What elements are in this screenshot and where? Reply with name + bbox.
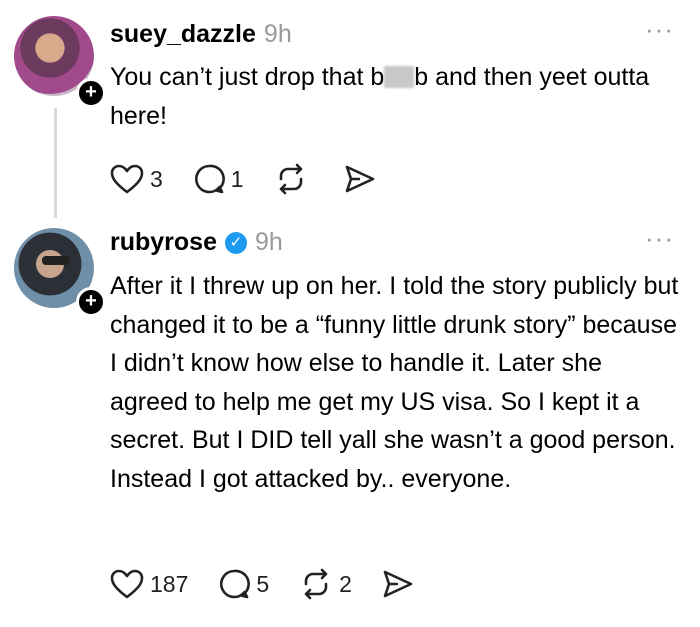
reply-count: 5 (256, 570, 270, 597)
repost-count: 2 (339, 570, 352, 597)
timestamp: 9h (263, 20, 292, 48)
heart-icon (110, 164, 144, 194)
repost-button[interactable] (274, 163, 314, 195)
more-options-icon[interactable]: ··· (645, 223, 674, 254)
reply-button[interactable]: 1 (193, 163, 244, 195)
action-bar: 3 1 (110, 163, 406, 195)
share-button[interactable] (382, 569, 414, 599)
repost-icon (279, 163, 302, 195)
reply-button[interactable]: 5 (218, 568, 269, 600)
username[interactable]: rubyrose (110, 228, 217, 257)
post-text: After it I threw up on her. I told the s… (110, 272, 679, 493)
like-count: 187 (150, 570, 189, 597)
timestamp: 9h (254, 228, 283, 256)
action-bar: 187 5 2 (110, 568, 444, 600)
verified-badge-icon: ✓ (224, 231, 247, 254)
post-suey-dazzle: + suey_dazzle 9h ··· You can’t just drop… (0, 0, 700, 218)
share-button[interactable] (344, 164, 376, 194)
post-header: suey_dazzle 9h (110, 20, 292, 49)
follow-plus-icon[interactable]: + (76, 78, 106, 108)
share-icon (345, 165, 374, 193)
comment-icon (194, 164, 225, 194)
comment-icon (220, 569, 251, 599)
post-rubyrose: + rubyrose ✓ 9h ··· After it I threw up … (0, 215, 700, 627)
like-button[interactable]: 3 (110, 164, 163, 194)
more-options-icon[interactable]: ··· (645, 14, 674, 45)
thread-line (54, 108, 57, 218)
share-icon (383, 570, 413, 598)
username[interactable]: suey_dazzle (110, 20, 256, 49)
censor-blur (384, 66, 415, 88)
reply-count: 1 (230, 165, 244, 192)
avatar-sunglasses (42, 256, 70, 265)
post-header: rubyrose ✓ 9h (110, 228, 283, 257)
like-count: 3 (150, 165, 163, 192)
follow-plus-icon[interactable]: + (76, 287, 106, 317)
heart-icon (110, 569, 144, 599)
like-button[interactable]: 187 (110, 569, 188, 599)
repost-button[interactable]: 2 (299, 568, 352, 600)
repost-icon (304, 568, 328, 600)
post-text: You can’t just drop that bb and then yee… (110, 63, 650, 130)
